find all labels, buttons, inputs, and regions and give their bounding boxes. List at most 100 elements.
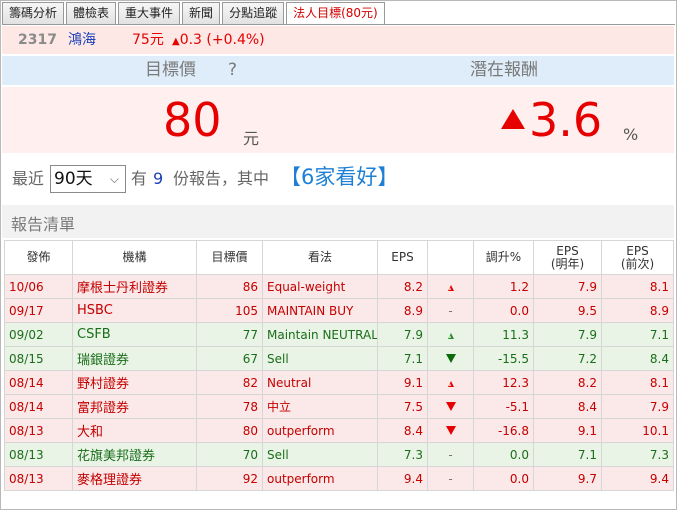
cell-view: 中立 — [262, 394, 378, 419]
summary-prefix: 最近 — [12, 169, 45, 188]
up-triangle-icon — [501, 109, 525, 129]
cell-eps-next: 9.1 — [533, 418, 602, 443]
cell-trend — [427, 418, 474, 443]
cell-change: 12.3 — [473, 370, 534, 395]
cell-date: 08/14 — [4, 394, 73, 419]
summary-values: 80 元 3.6 % — [2, 87, 674, 153]
cell-view: Maintain NEUTRAL — [262, 322, 378, 347]
cell-eps-prev: 9.4 — [601, 466, 674, 491]
table-header-row: 發佈 機構 目標價 看法 EPS 調升% EPS (明年) EPS (前次) — [4, 240, 674, 275]
stock-change: ▲0.3 (+0.4%) — [172, 32, 265, 48]
cell-target: 77 — [196, 322, 263, 347]
cell-target: 78 — [196, 394, 263, 419]
dash-icon: - — [448, 303, 453, 318]
table-row[interactable]: 08/15 瑞銀證券 67 Sell 7.1 -15.5 7.2 8.4 — [4, 346, 674, 371]
report-list-title: 報告清單 — [11, 215, 76, 234]
period-value: 90天 — [54, 169, 93, 189]
report-list-header: 報告清單 — [2, 205, 674, 238]
cell-eps: 8.9 — [377, 298, 428, 323]
cell-view: outperform — [262, 418, 378, 443]
table-row[interactable]: 08/14 野村證券 82 Neutral 9.1 12.3 8.2 8.1 — [4, 370, 674, 395]
tab-health-check[interactable]: 體檢表 — [66, 2, 117, 24]
col-date[interactable]: 發佈 — [4, 240, 73, 275]
stock-code: 2317 — [18, 32, 57, 48]
bullish-count-highlight: 【6家看好】 — [280, 165, 399, 189]
cell-date: 08/13 — [4, 418, 73, 443]
summary-has: 有 — [131, 169, 148, 188]
cell-target: 82 — [196, 370, 263, 395]
table-row[interactable]: 08/13 麥格理證券 92 outperform 9.4-0.0 9.7 9.4 — [4, 466, 674, 491]
tab-chip-analysis[interactable]: 籌碼分析 — [2, 2, 65, 24]
cell-eps-next: 7.2 — [533, 346, 602, 371]
help-icon[interactable]: ? — [228, 56, 237, 85]
col-broker[interactable]: 機構 — [72, 240, 197, 275]
col-eps-prev[interactable]: EPS (前次) — [601, 240, 674, 275]
summary-header: 目標價 ? 潛在報酬 — [2, 56, 674, 85]
table-row[interactable]: 09/17 HSBC 105 MAINTAIN BUY 8.9-0.0 9.5 8.9 — [4, 298, 674, 323]
quote-bar: 2317 鴻海 75元 ▲0.3 (+0.4%) — [2, 26, 674, 54]
cell-eps: 7.5 — [377, 394, 428, 419]
tab-major-events[interactable]: 重大事件 — [118, 2, 181, 24]
cell-trend: - — [427, 298, 474, 323]
cell-date: 08/13 — [4, 442, 73, 467]
cell-trend: - — [427, 466, 474, 491]
cell-broker: 大和 — [72, 418, 197, 443]
col-eps-next[interactable]: EPS (明年) — [533, 240, 602, 275]
cell-date: 10/06 — [4, 274, 73, 299]
stock-name[interactable]: 鴻海 — [68, 26, 96, 54]
cell-trend — [427, 346, 474, 371]
cell-trend — [427, 322, 474, 347]
up-triangle-outline-icon — [447, 284, 454, 291]
table-row[interactable]: 09/02 CSFB 77 Maintain NEUTRAL 7.9 11.3 7.9 7.1 — [4, 322, 674, 347]
potential-return-value: 3.6 — [529, 93, 603, 147]
cell-eps-prev: 8.9 — [601, 298, 674, 323]
cell-eps-prev: 10.1 — [601, 418, 674, 443]
cell-eps-next: 7.1 — [533, 442, 602, 467]
cell-target: 70 — [196, 442, 263, 467]
tab-broker-tracking[interactable]: 分點追蹤 — [222, 2, 285, 24]
cell-trend: - — [427, 442, 474, 467]
cell-eps-prev: 7.9 — [601, 394, 674, 419]
cell-eps: 7.3 — [377, 442, 428, 467]
cell-trend — [427, 274, 474, 299]
table-row[interactable]: 08/13 大和 80 outperform 8.4 -16.8 9.1 10.1 — [4, 418, 674, 443]
table-row[interactable]: 08/13 花旗美邦證券 70 Sell 7.3-0.0 7.1 7.3 — [4, 442, 674, 467]
table-row[interactable]: 08/14 富邦證券 78 中立 7.5 -5.1 8.4 7.9 — [4, 394, 674, 419]
down-triangle-icon — [445, 401, 456, 411]
target-price-value: 80 — [163, 93, 222, 147]
cell-view: Sell — [262, 346, 378, 371]
tab-news[interactable]: 新聞 — [182, 2, 221, 24]
cell-target: 67 — [196, 346, 263, 371]
cell-date: 09/02 — [4, 322, 73, 347]
col-view[interactable]: 看法 — [262, 240, 378, 275]
cell-date: 08/15 — [4, 346, 73, 371]
target-price-unit: 元 — [243, 129, 260, 148]
up-triangle-outline-icon — [447, 380, 454, 387]
cell-trend — [427, 394, 474, 419]
report-count: 9 — [153, 169, 164, 188]
cell-broker: 富邦證券 — [72, 394, 197, 419]
col-target[interactable]: 目標價 — [196, 240, 263, 275]
tab-bar: 籌碼分析 體檢表 重大事件 新聞 分點追蹤 法人目標(80元) — [2, 2, 387, 25]
cell-view: Sell — [262, 442, 378, 467]
cell-eps: 7.1 — [377, 346, 428, 371]
table-row[interactable]: 10/06 摩根士丹利證券 86 Equal-weight 8.2 1.2 7.9 8.1 — [4, 274, 674, 299]
cell-eps: 9.4 — [377, 466, 428, 491]
cell-broker: 瑞銀證券 — [72, 346, 197, 371]
col-change[interactable]: 調升% — [473, 240, 534, 275]
cell-change: -16.8 — [473, 418, 534, 443]
cell-change: 0.0 — [473, 298, 534, 323]
cell-view: Equal-weight — [262, 274, 378, 299]
tab-institutional-target[interactable]: 法人目標(80元) — [286, 2, 385, 25]
cell-date: 08/14 — [4, 370, 73, 395]
period-select[interactable]: 90天 ⌵ — [50, 165, 126, 193]
cell-eps-next: 8.2 — [533, 370, 602, 395]
cell-eps-prev: 7.1 — [601, 322, 674, 347]
cell-target: 92 — [196, 466, 263, 491]
cell-view: outperform — [262, 466, 378, 491]
cell-eps-next: 7.9 — [533, 322, 602, 347]
cell-change: -15.5 — [473, 346, 534, 371]
cell-eps-next: 9.7 — [533, 466, 602, 491]
cell-eps-prev: 8.4 — [601, 346, 674, 371]
col-eps[interactable]: EPS — [377, 240, 428, 275]
